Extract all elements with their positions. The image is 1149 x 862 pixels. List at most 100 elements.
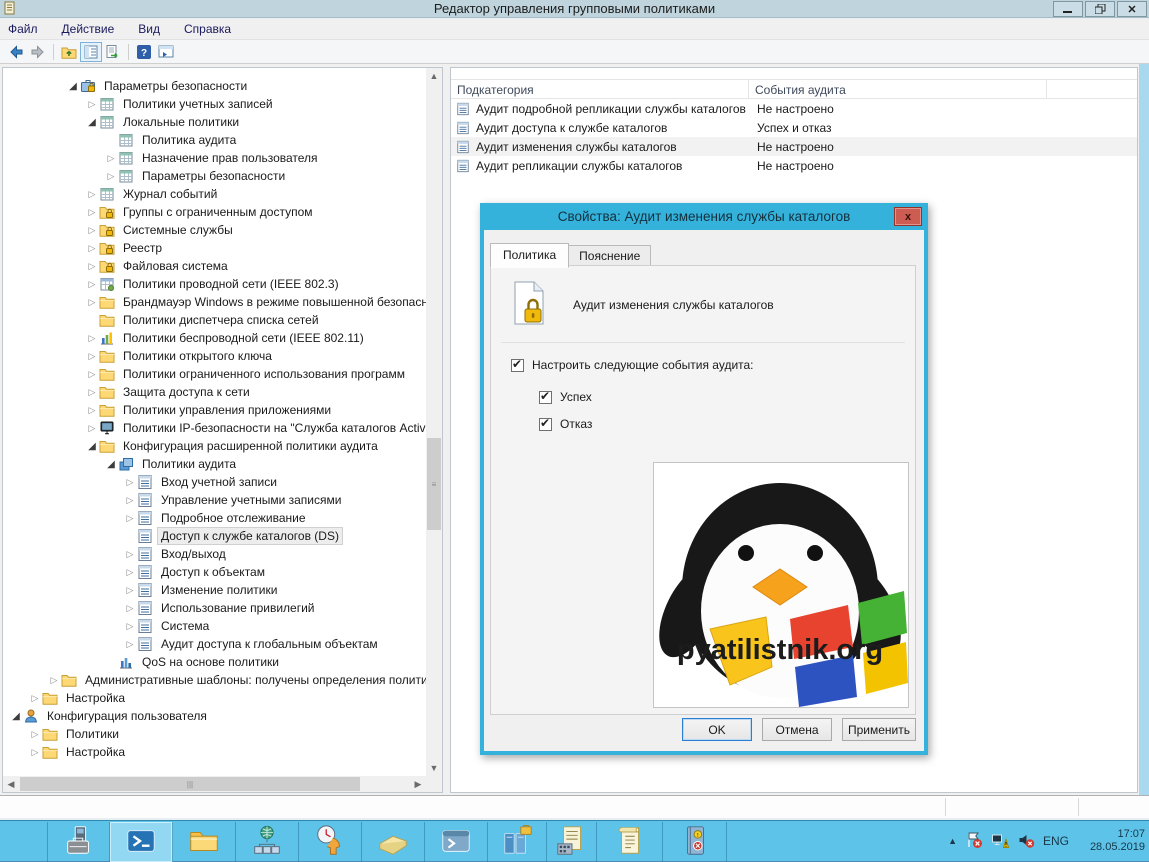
tree-item[interactable]: ▷Политики проводной сети (IEEE 802.3) [3, 275, 426, 293]
expander-icon[interactable]: ▷ [28, 729, 42, 740]
tree-item[interactable]: ▷Политики ограниченного использования пр… [3, 365, 426, 383]
menu-help[interactable]: Справка [184, 22, 231, 36]
expander-icon[interactable]: ▷ [85, 225, 99, 236]
tree-item[interactable]: ▷Защита доступа к сети [3, 383, 426, 401]
taskpad-icon[interactable] [155, 42, 177, 62]
tree-item[interactable]: ▷Реестр [3, 239, 426, 257]
expander-icon[interactable]: ▷ [85, 351, 99, 362]
expander-icon[interactable]: ▷ [85, 387, 99, 398]
scroll-left-button[interactable]: ◀ [3, 776, 19, 792]
action-center-flag-icon[interactable] [965, 831, 983, 852]
tray-expand-icon[interactable]: ▲ [948, 836, 957, 846]
tree-item[interactable]: ◢Политики аудита [3, 455, 426, 473]
expander-icon[interactable]: ▷ [85, 189, 99, 200]
clock[interactable]: 17:07 28.05.2019 [1077, 828, 1145, 854]
expander-icon[interactable]: ◢ [85, 117, 99, 128]
taskbar-app-powershell[interactable] [110, 822, 173, 862]
column-header-audit-events[interactable]: События аудита [749, 80, 1047, 98]
restore-button[interactable] [1085, 1, 1115, 17]
taskbar-app-file-explorer[interactable] [173, 822, 236, 862]
checkbox-configure-events[interactable]: ✔Настроить следующие события аудита: [511, 358, 754, 372]
expander-icon[interactable]: ▷ [104, 153, 118, 164]
expander-icon[interactable]: ▷ [123, 495, 137, 506]
expander-icon[interactable]: ▷ [85, 333, 99, 344]
back-icon[interactable] [5, 42, 27, 62]
tree-item[interactable]: ▷Системные службы [3, 221, 426, 239]
checkbox-icon[interactable]: ✔ [539, 391, 552, 404]
checkbox-success[interactable]: ✔Успех [539, 390, 592, 404]
cancel-button[interactable]: Отмена [762, 718, 832, 741]
tree-horizontal-scrollbar[interactable]: ◀ ||| ▶ [3, 776, 426, 792]
column-header-subcategory[interactable]: Подкатегория [451, 80, 749, 98]
tree-vertical-scrollbar[interactable]: ▲ ≡ ▼ [426, 68, 442, 776]
tree-item[interactable]: ▷Политики открытого ключа [3, 347, 426, 365]
tree-item[interactable]: ◢Параметры безопасности [3, 77, 426, 95]
taskbar-app-gp-editor[interactable] [597, 822, 663, 862]
checkbox-failure[interactable]: ✔Отказ [539, 417, 592, 431]
tree-item[interactable]: ▷Брандмауэр Windows в режиме повышенной … [3, 293, 426, 311]
tree-item[interactable]: ▷Вход учетной записи [3, 473, 426, 491]
horizontal-scroll-thumb[interactable]: ||| [20, 777, 360, 791]
tree-item[interactable]: ▷Система [3, 617, 426, 635]
expander-icon[interactable]: ◢ [104, 459, 118, 470]
close-button[interactable]: ✕ [1117, 1, 1147, 17]
tree-item[interactable]: ▷Настройка [3, 689, 426, 707]
help-icon[interactable]: ? [133, 42, 155, 62]
tree-item[interactable]: ▷Изменение политики [3, 581, 426, 599]
tree-item[interactable]: ▷Использование привилегий [3, 599, 426, 617]
tree-item[interactable]: ▷Доступ к объектам [3, 563, 426, 581]
tree-item[interactable]: ▷Политики управления приложениями [3, 401, 426, 419]
expander-icon[interactable]: ▷ [123, 621, 137, 632]
expander-icon[interactable]: ▷ [123, 603, 137, 614]
menu-view[interactable]: Вид [138, 22, 160, 36]
minimize-button[interactable] [1053, 1, 1083, 17]
list-row[interactable]: Аудит репликации службы каталоговНе наст… [451, 156, 1137, 175]
tree-item[interactable]: ▷Политики учетных записей [3, 95, 426, 113]
expander-icon[interactable]: ▷ [85, 369, 99, 380]
taskbar-app-server-manager[interactable] [47, 822, 110, 862]
volume-muted-icon[interactable] [1017, 831, 1035, 852]
tree-item[interactable]: ▷Параметры безопасности [3, 167, 426, 185]
expander-icon[interactable]: ▷ [85, 207, 99, 218]
expander-icon[interactable]: ◢ [9, 711, 23, 722]
language-indicator[interactable]: ENG [1043, 834, 1069, 848]
taskbar-app-task-scheduler[interactable] [299, 822, 362, 862]
tree-item[interactable]: ▷Вход/выход [3, 545, 426, 563]
dialog-close-button[interactable]: x [894, 207, 922, 226]
tree-item[interactable]: ▷Политики беспроводной сети (IEEE 802.11… [3, 329, 426, 347]
list-row[interactable]: Аудит доступа к службе каталоговУспех и … [451, 118, 1137, 137]
tree-item[interactable]: ▷Аудит доступа к глобальным объектам [3, 635, 426, 653]
tab-policy[interactable]: Политика [490, 243, 569, 268]
expander-icon[interactable]: ▷ [47, 675, 61, 686]
tree-item[interactable]: Политики диспетчера списка сетей [3, 311, 426, 329]
expander-icon[interactable]: ▷ [85, 279, 99, 290]
forward-icon[interactable] [27, 42, 49, 62]
expander-icon[interactable]: ▷ [123, 477, 137, 488]
tree-item[interactable]: ◢Локальные политики [3, 113, 426, 131]
checkbox-icon[interactable]: ✔ [511, 359, 524, 372]
tree-item[interactable]: Доступ к службе каталогов (DS) [3, 527, 426, 545]
expander-icon[interactable]: ▷ [28, 693, 42, 704]
ok-button[interactable]: OK [682, 718, 752, 741]
checkbox-icon[interactable]: ✔ [539, 418, 552, 431]
tree-item[interactable]: ▷Журнал событий [3, 185, 426, 203]
tree-item[interactable]: ▷Политики IP-безопасности на "Служба кат… [3, 419, 426, 437]
apply-button[interactable]: Применить [842, 718, 916, 741]
list-row[interactable]: Аудит подробной репликации службы катало… [451, 99, 1137, 118]
expander-icon[interactable]: ▷ [123, 549, 137, 560]
expander-icon[interactable]: ▷ [123, 585, 137, 596]
taskbar-app-ad-users-computers[interactable] [236, 822, 299, 862]
taskbar-app-gp-management[interactable] [547, 822, 597, 862]
network-warning-icon[interactable] [991, 831, 1009, 852]
expander-icon[interactable]: ▷ [85, 405, 99, 416]
menu-file[interactable]: Файл [8, 22, 38, 36]
tree-item[interactable]: ▷Управление учетными записями [3, 491, 426, 509]
scroll-down-button[interactable]: ▼ [426, 760, 442, 776]
list-row[interactable]: Аудит изменения службы каталоговНе настр… [451, 137, 1137, 156]
vertical-scroll-thumb[interactable]: ≡ [427, 438, 441, 530]
column-header-empty[interactable] [1047, 80, 1137, 98]
taskbar-app-computer-management[interactable] [488, 822, 547, 862]
tree-item[interactable]: ▷Группы с ограниченным доступом [3, 203, 426, 221]
expander-icon[interactable]: ▷ [85, 297, 99, 308]
expander-icon[interactable]: ▷ [28, 747, 42, 758]
